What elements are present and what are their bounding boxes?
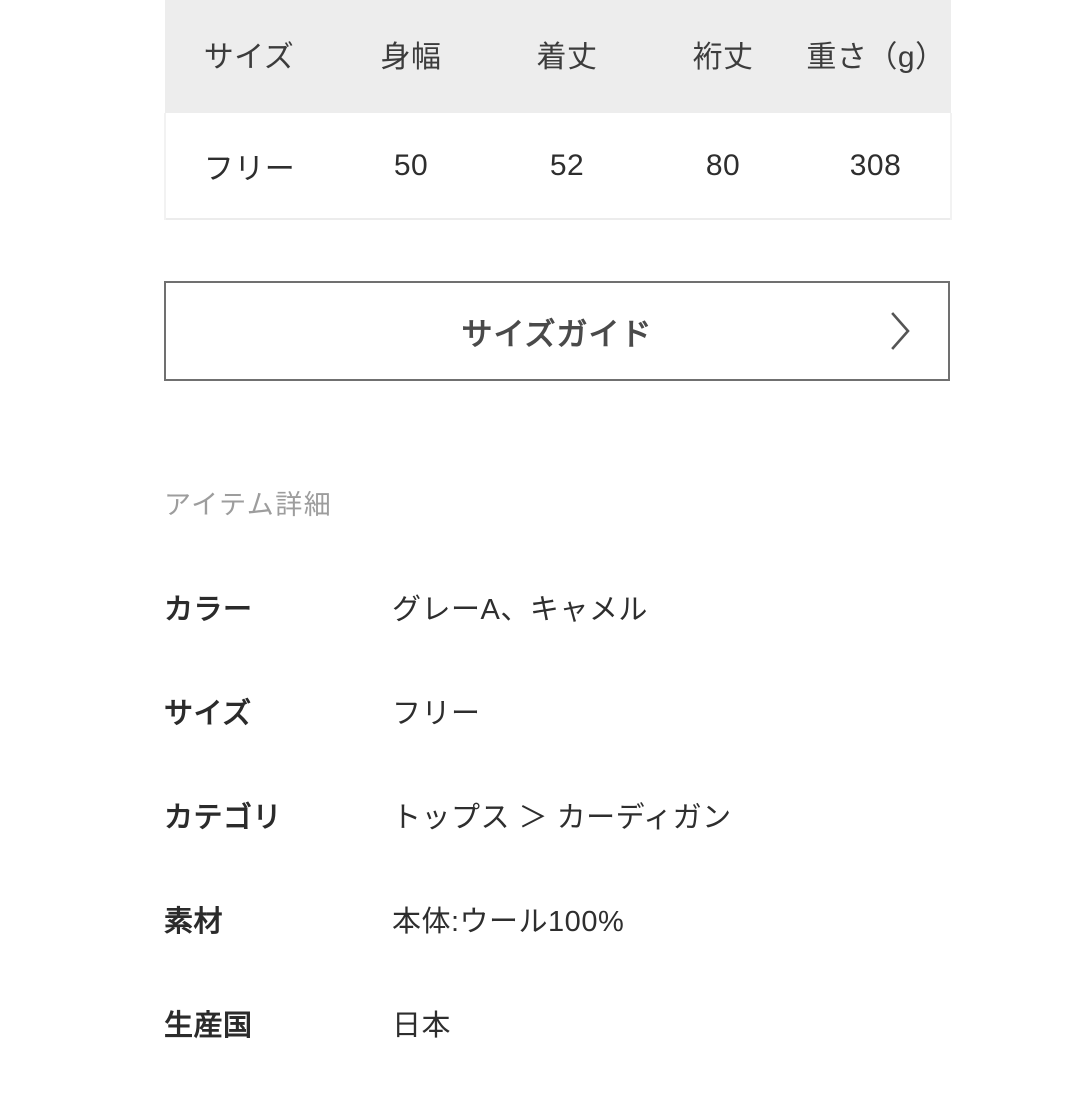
detail-value-size: フリー	[392, 698, 481, 730]
detail-label-country: 生産国	[164, 1010, 253, 1042]
column-header-body-width: 身幅	[380, 40, 442, 74]
size-guide-button-label: サイズガイド	[461, 316, 653, 352]
detail-label-color: カラー	[164, 594, 253, 626]
size-measurement-table: サイズ 身幅 着丈 裄丈 重さ（g） フリー 50 52 80 308	[164, 0, 952, 220]
product-detail-page: サイズ 身幅 着丈 裄丈 重さ（g） フリー 50 52 80 308 サイズガ…	[0, 0, 1080, 1080]
detail-label-material: 素材	[164, 906, 224, 938]
list-item: 素材 本体:ウール100%	[164, 898, 984, 1002]
cell-body-width: 50	[393, 148, 429, 182]
item-details-heading: アイテム詳細	[164, 490, 333, 520]
detail-label-size: サイズ	[164, 698, 252, 730]
list-item: 生産国 日本	[164, 1002, 984, 1106]
size-table-body: フリー 50 52 80 308	[164, 113, 952, 219]
cell-size: フリー	[164, 113, 333, 219]
cell-sleeve-length: 80	[705, 148, 741, 182]
cell-weight: 308	[801, 113, 952, 219]
detail-value-color: グレーA、キャメル	[392, 594, 648, 626]
detail-value-material: 本体:ウール100%	[392, 906, 625, 938]
detail-label-category: カテゴリ	[164, 802, 283, 834]
detail-value-country: 日本	[392, 1010, 452, 1042]
list-item: サイズ フリー	[164, 690, 984, 794]
size-table-header: サイズ 身幅 着丈 裄丈 重さ（g）	[165, 0, 951, 113]
list-item: カラー グレーA、キャメル	[164, 586, 984, 690]
column-header-size: サイズ	[203, 40, 295, 74]
table-row: フリー 50 52 80 308	[164, 113, 952, 219]
chevron-right-icon	[890, 312, 912, 350]
detail-value-category: トップス ＞ カーディガン	[392, 802, 732, 834]
column-header-body-length: 着丈	[536, 40, 598, 74]
cell-body-length: 52	[549, 148, 585, 182]
size-table-header-row: サイズ 身幅 着丈 裄丈 重さ（g）	[165, 0, 951, 113]
item-details-list: カラー グレーA、キャメル サイズ フリー カテゴリ トップス ＞ カーディガン…	[164, 586, 984, 1106]
list-item: カテゴリ トップス ＞ カーディガン	[164, 794, 984, 898]
size-guide-button[interactable]: サイズガイド	[164, 281, 950, 381]
column-header-sleeve-length: 裄丈	[692, 40, 754, 74]
column-header-weight: 重さ（g）	[806, 40, 946, 74]
